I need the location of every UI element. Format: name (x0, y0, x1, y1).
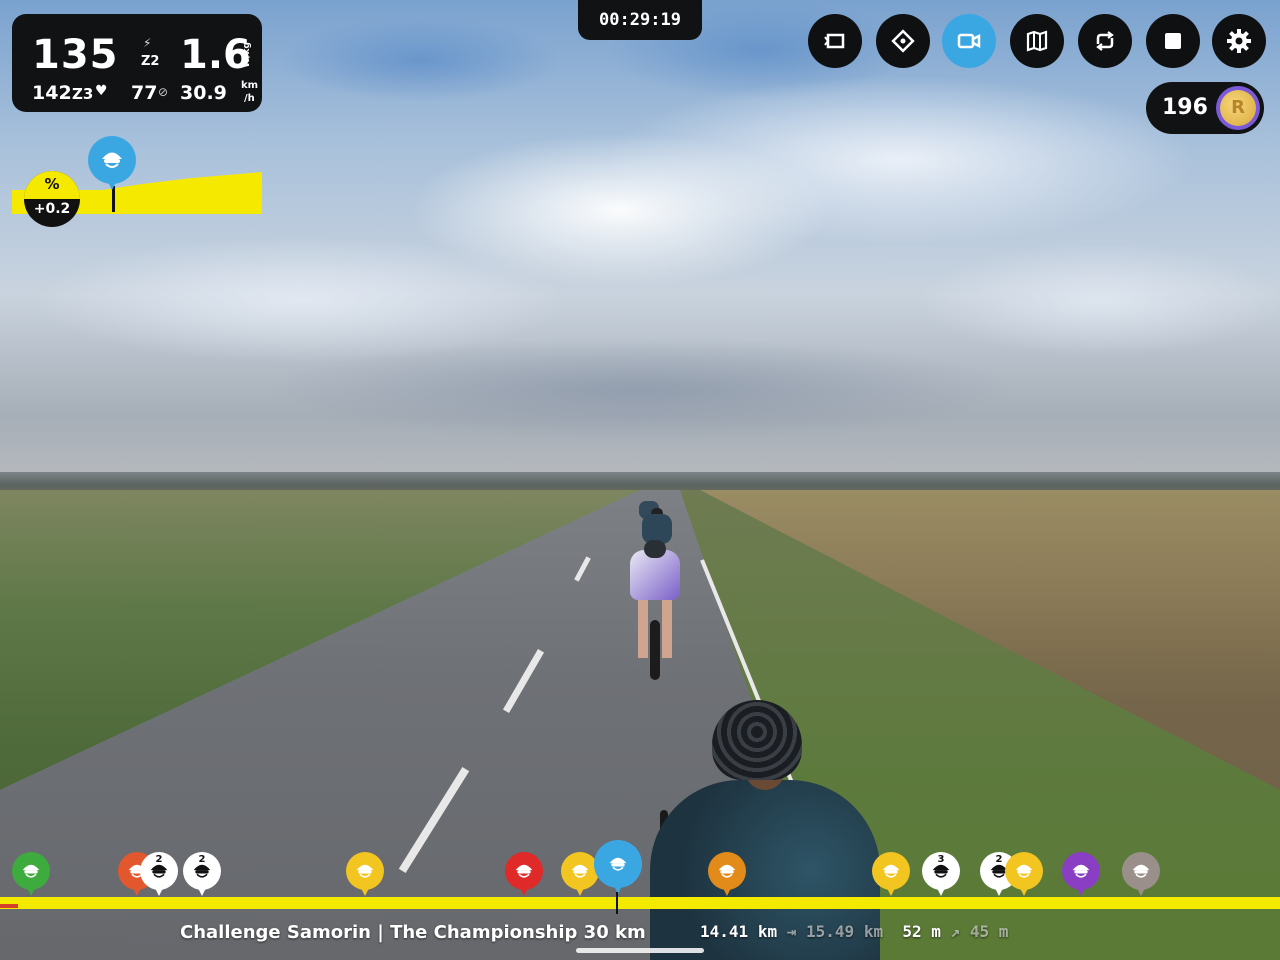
rider-pin-icon[interactable]: 2 (140, 852, 178, 898)
elevation-total-unit: m (998, 922, 1009, 941)
route-icon (891, 29, 915, 53)
elevation-arrow-icon: ↗ (950, 922, 961, 941)
heart-icon: ♥ (95, 83, 108, 99)
rider-pin-icon[interactable] (872, 852, 910, 898)
power-value: 135 (32, 32, 119, 78)
heart-rate-value: 142 (32, 82, 72, 104)
rider-pin-rank: 3 (937, 854, 945, 865)
camera-icon (957, 33, 981, 49)
coin-count: 196 (1162, 95, 1208, 120)
stats-panel: 135 ⚡ Z2 1.6 W/kg 142 Z3 ♥ 77 ⊘ 30.9 km … (12, 14, 262, 112)
grade-badge: % +0.2 (24, 171, 80, 227)
rider-pin-rank: 2 (155, 854, 163, 865)
route-progress-bar (0, 892, 1280, 914)
loop-button[interactable] (1078, 14, 1132, 68)
distance-total-unit: km (863, 922, 884, 941)
hr-zone: Z3 (72, 85, 94, 103)
camera-button[interactable] (942, 14, 996, 68)
distance-done: 14.41 (700, 922, 749, 941)
rider-pin-icon[interactable] (346, 852, 384, 898)
distance-done-unit: km (757, 922, 778, 941)
wkg-unit: W/kg (242, 42, 252, 68)
speed-value: 30.9 (180, 82, 227, 104)
exit-fullscreen-button[interactable] (808, 14, 862, 68)
rider (630, 540, 680, 680)
coin-icon: R (1216, 86, 1260, 130)
video-scene (0, 0, 1280, 960)
power-zone: Z2 (141, 54, 160, 69)
elapsed-timer: 00:29:19 (578, 0, 702, 40)
map-icon (1026, 30, 1048, 52)
elevation-done-unit: m (931, 922, 941, 941)
cadence-icon: ⊘ (158, 85, 169, 99)
progress-start-segment (0, 904, 18, 908)
rider-pin-rank: 2 (198, 854, 206, 865)
grade-value: +0.2 (33, 201, 71, 217)
rider-pin-icon[interactable] (1062, 852, 1100, 898)
own-rider (650, 700, 880, 960)
rider-pin-icon[interactable] (594, 840, 642, 898)
grade-symbol: % (44, 175, 60, 193)
route-name: Challenge Samorin | The Championship 30 … (180, 922, 646, 943)
rider-pin-icon[interactable]: 2 (183, 852, 221, 898)
home-indicator[interactable] (576, 948, 704, 953)
power-bolt-icon: ⚡ (143, 36, 152, 50)
wkg-value: 1.6 (180, 32, 251, 78)
rider-pin-icon[interactable]: 3 (922, 852, 960, 898)
own-rider-marker-icon (88, 136, 136, 194)
own-position-tick (616, 892, 618, 914)
distance-total: 15.49 (806, 922, 855, 941)
elevation-done: 52 (902, 922, 922, 941)
distance-arrow-icon: ⇥ (786, 922, 797, 941)
rider-pin-icon[interactable] (1122, 852, 1160, 898)
coin-letter: R (1220, 90, 1256, 126)
rider-pin-icon[interactable] (505, 852, 543, 898)
coin-counter[interactable]: 196 R (1146, 82, 1264, 134)
loop-icon (1096, 31, 1114, 51)
rider-pin-icon[interactable] (1005, 852, 1043, 898)
elevation-total: 45 (969, 922, 990, 941)
cadence-value: 77 (131, 82, 158, 104)
route-stats: 14.41 km ⇥ 15.49 km 52 m ↗ 45 m (700, 922, 1008, 941)
exit-fullscreen-icon (824, 33, 845, 49)
settings-icon (1227, 29, 1251, 53)
speed-unit-per-hour: /h (244, 93, 255, 104)
stop-icon (1165, 33, 1181, 49)
rider-pin-icon[interactable] (708, 852, 746, 898)
map-button[interactable] (1010, 14, 1064, 68)
rider-pin-icon[interactable] (12, 852, 50, 898)
settings-button[interactable] (1212, 14, 1266, 68)
stop-button[interactable] (1146, 14, 1200, 68)
route-button[interactable] (876, 14, 930, 68)
speed-unit-km: km (241, 80, 259, 91)
